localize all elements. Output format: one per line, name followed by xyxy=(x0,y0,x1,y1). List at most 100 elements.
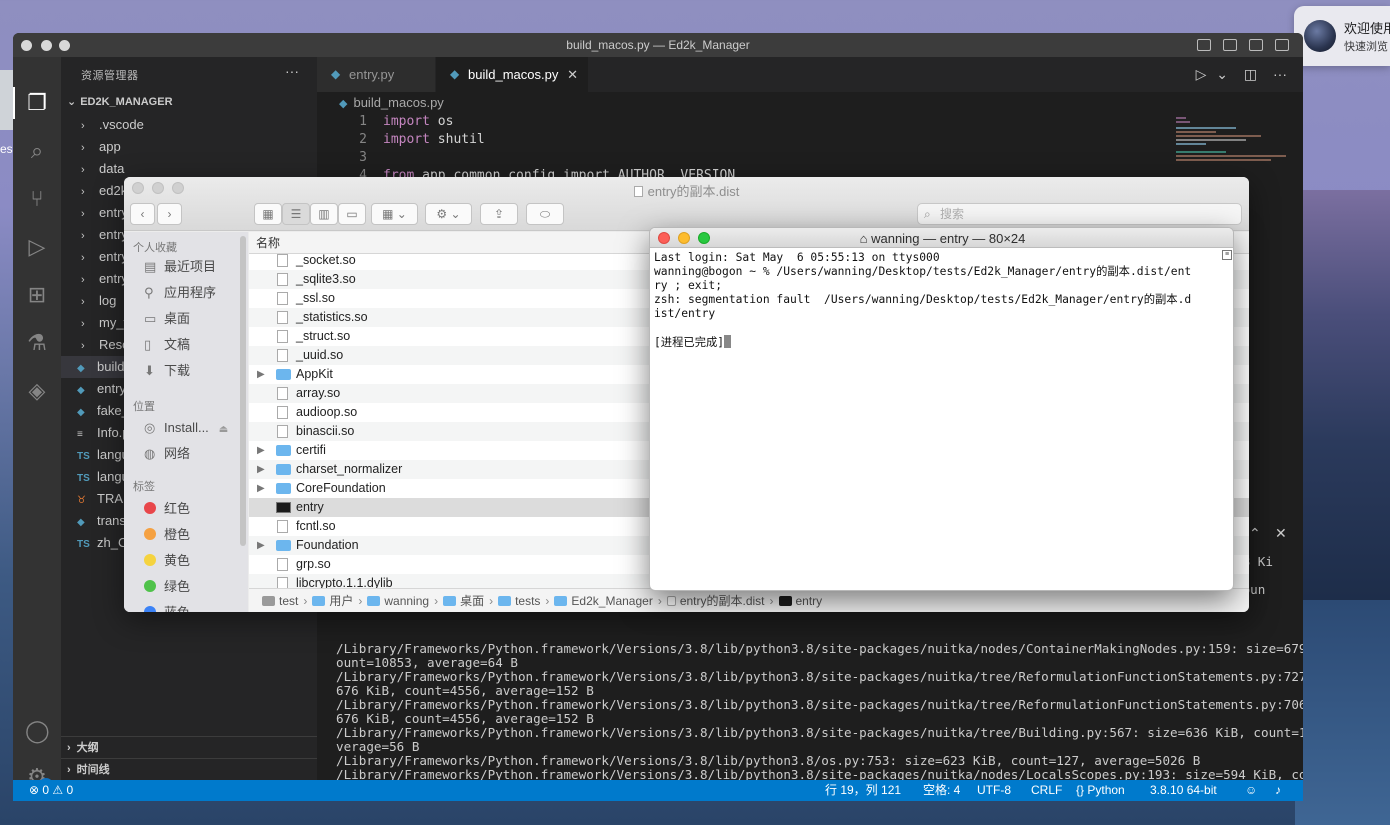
tag-color-dot xyxy=(144,554,156,566)
toggle-secondary-sidebar-icon[interactable] xyxy=(1249,39,1263,51)
back-button[interactable]: ‹ xyxy=(130,203,155,225)
feedback-icon[interactable]: ☺ xyxy=(1245,780,1257,801)
home-icon: ⌂ xyxy=(859,231,868,246)
gallery-view-button[interactable]: ▭ xyxy=(338,203,366,225)
source-control-icon[interactable]: ⑂ xyxy=(25,187,49,211)
finder-title: entry的副本.dist xyxy=(124,181,1249,200)
disclosure-triangle-icon[interactable]: ▶ xyxy=(257,479,265,498)
indentation[interactable]: 空格: 4 xyxy=(923,780,960,801)
tag-button[interactable]: ⬭ xyxy=(526,203,564,225)
terminal-panel-output[interactable]: /Library/Frameworks/Python.framework/Ver… xyxy=(336,642,1303,802)
customize-layout-icon[interactable] xyxy=(1275,39,1289,51)
notifications-bell-icon[interactable]: ♪ xyxy=(1275,780,1281,801)
favorites-item[interactable]: ▤ 最近项目 xyxy=(144,256,216,278)
tag-label: 橙色 xyxy=(164,527,191,542)
tag-item[interactable]: 红色 xyxy=(144,498,190,520)
file-icon xyxy=(277,520,288,533)
run-dropdown-icon[interactable]: ⌄ xyxy=(1216,66,1228,82)
explorer-icon[interactable]: ❐ xyxy=(25,91,49,115)
testing-icon[interactable]: ⚗ xyxy=(25,331,49,355)
tab-build-macos-py[interactable]: ◆ build_macos.py ✕ xyxy=(436,57,588,92)
locations-item[interactable]: ◍ 网络 xyxy=(144,443,190,465)
file-name: _struct.so xyxy=(296,329,351,343)
search-icon[interactable]: ⌕ xyxy=(25,139,49,163)
tag-item[interactable]: 蓝色 xyxy=(144,602,190,612)
line-ending[interactable]: CRLF xyxy=(1031,780,1062,801)
terminal-marks-icon[interactable]: ≡ xyxy=(1222,250,1232,260)
disclosure-triangle-icon[interactable]: ▶ xyxy=(257,536,265,555)
maximize-panel-icon[interactable]: ⌃ xyxy=(1249,525,1261,542)
tree-item[interactable]: › app xyxy=(61,136,317,158)
sidebar-item-label: 桌面 xyxy=(164,311,191,326)
close-tab-icon[interactable]: ✕ xyxy=(567,57,578,92)
column-view-button[interactable]: ▥ xyxy=(310,203,338,225)
path-segment[interactable]: entry的副本.dist xyxy=(680,594,765,608)
notification-banner[interactable]: 欢迎使用 快速浏览 xyxy=(1294,6,1390,66)
folder-icon xyxy=(276,445,291,456)
account-icon[interactable]: ◯ xyxy=(25,719,50,743)
disclosure-triangle-icon[interactable]: ▶ xyxy=(257,365,265,384)
file-icon xyxy=(277,292,288,305)
python-file-icon: ◆ xyxy=(331,67,341,81)
locations-item[interactable]: ◎ Install... ⏏ xyxy=(144,417,228,439)
run-file-icon[interactable]: ▷ xyxy=(1196,66,1207,82)
favorites-item[interactable]: ▯ 文稿 xyxy=(144,334,190,356)
group-by-button[interactable]: ▦ ⌄ xyxy=(371,203,418,225)
timeline-section[interactable]: › 时间线 xyxy=(61,758,317,780)
python-interpreter[interactable]: 3.8.10 64-bit xyxy=(1150,780,1217,801)
favorites-item[interactable]: ▭ 桌面 xyxy=(144,308,190,330)
action-gear-button[interactable]: ⚙ ⌄ xyxy=(425,203,472,225)
stack-icon[interactable]: ◈ xyxy=(25,379,49,403)
tag-label: 红色 xyxy=(164,501,191,516)
tag-item[interactable]: 绿色 xyxy=(144,576,190,598)
run-debug-icon[interactable]: ▷ xyxy=(25,235,49,259)
terminal-output[interactable]: Last login: Sat May 6 05:55:13 on ttys00… xyxy=(654,251,1214,349)
icon-view-button[interactable]: ▦ xyxy=(254,203,282,225)
workspace-root[interactable]: ⌄ ED2K_MANAGER xyxy=(67,95,173,108)
explorer-more-button[interactable]: ··· xyxy=(285,63,299,79)
toggle-panel-icon[interactable] xyxy=(1223,39,1237,51)
path-segment[interactable]: 用户 xyxy=(329,594,353,608)
path-segment[interactable]: wanning xyxy=(384,594,429,608)
tags-header: 标签 xyxy=(133,481,155,493)
sidebar-scrollbar[interactable] xyxy=(240,236,246,546)
disclosure-triangle-icon[interactable]: ▶ xyxy=(257,460,265,479)
language-mode[interactable]: {} Python xyxy=(1076,780,1125,801)
tree-item-label: entry xyxy=(97,381,126,396)
tag-item[interactable]: 黄色 xyxy=(144,550,190,572)
finder-path-bar: test › 用户 › wanning › 桌面 › tests › Ed2k_Manager › en… xyxy=(249,588,1249,612)
path-segment[interactable]: Ed2k_Manager xyxy=(571,594,652,608)
share-button[interactable]: ⇪ xyxy=(480,203,518,225)
favorites-item[interactable]: ⚲ 应用程序 xyxy=(144,282,216,304)
terminal-output-line: [进程已完成] xyxy=(654,335,1214,349)
disclosure-triangle-icon[interactable]: ▶ xyxy=(257,441,265,460)
path-segment[interactable]: tests xyxy=(515,594,540,608)
forward-button[interactable]: › xyxy=(157,203,182,225)
tag-item[interactable]: 橙色 xyxy=(144,524,190,546)
file-name: AppKit xyxy=(296,367,333,381)
toggle-sidebar-icon[interactable] xyxy=(1197,39,1211,51)
list-view-button[interactable]: ☰ xyxy=(282,203,310,225)
encoding[interactable]: UTF-8 xyxy=(977,780,1011,801)
close-panel-icon[interactable]: ✕ xyxy=(1275,525,1287,542)
minimap[interactable] xyxy=(1168,113,1288,183)
extensions-icon[interactable]: ⊞ xyxy=(25,283,49,307)
folder-icon xyxy=(276,369,291,380)
path-segment[interactable]: test xyxy=(279,594,298,608)
path-segment[interactable]: entry xyxy=(796,594,823,608)
finder-search-input[interactable]: ⌕ 搜索 xyxy=(917,203,1242,225)
problems-indicator[interactable]: ⊗ 0 ⚠ 0 xyxy=(29,780,73,801)
path-separator-icon: › xyxy=(434,594,439,608)
more-actions-icon[interactable]: ··· xyxy=(1273,66,1287,82)
favorites-item[interactable]: ⬇ 下载 xyxy=(144,360,190,382)
path-separator-icon: › xyxy=(303,594,308,608)
path-segment[interactable]: 桌面 xyxy=(460,594,484,608)
cursor-position[interactable]: 行 19，列 121 xyxy=(825,780,901,801)
favorites-header: 个人收藏 xyxy=(133,242,177,254)
outline-section[interactable]: › 大纲 xyxy=(61,736,317,758)
breadcrumb[interactable]: ◆ build_macos.py xyxy=(317,92,444,114)
eject-icon[interactable]: ⏏ xyxy=(219,424,228,435)
tree-item[interactable]: › .vscode xyxy=(61,114,317,136)
tab-entry-py[interactable]: ◆ entry.py xyxy=(317,57,435,92)
split-editor-icon[interactable]: ◫ xyxy=(1244,66,1257,82)
